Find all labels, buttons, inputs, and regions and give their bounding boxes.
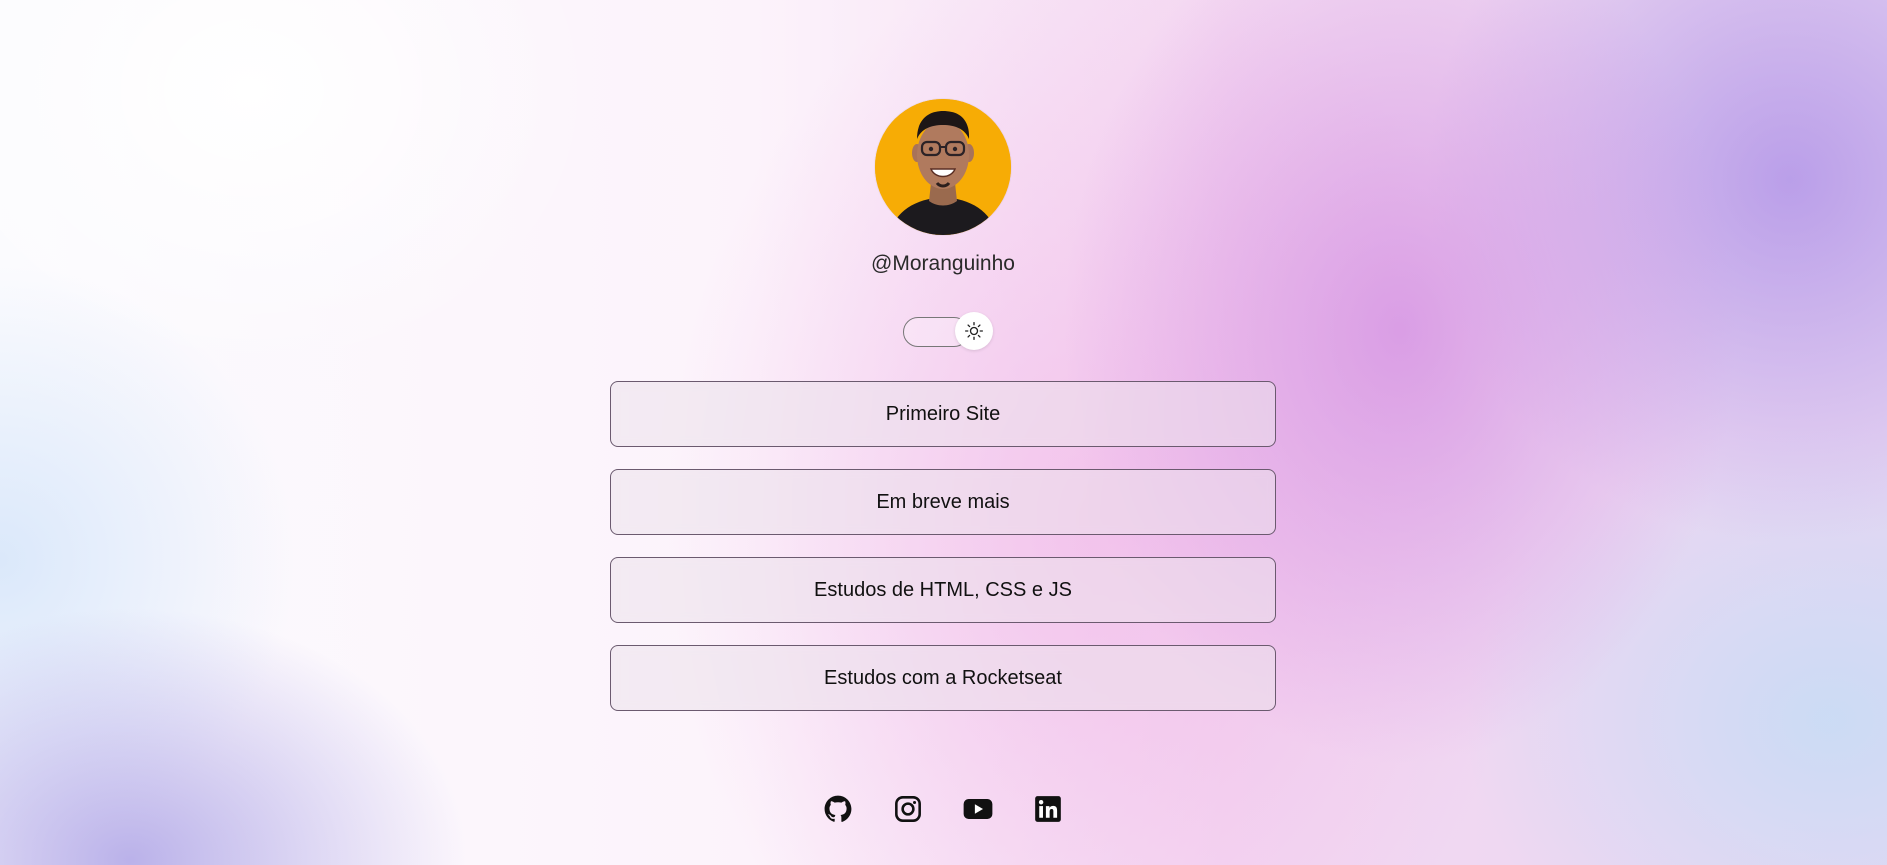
linkedin-icon[interactable]: [1033, 794, 1063, 824]
sun-icon: [965, 322, 983, 340]
avatar: [875, 99, 1011, 235]
github-icon[interactable]: [823, 794, 853, 824]
link-button-estudos-rocketseat[interactable]: Estudos com a Rocketseat: [610, 645, 1276, 711]
profile-container: @Moranguinho Primeiro Site Em breve mais…: [610, 0, 1276, 865]
links-list: Primeiro Site Em breve mais Estudos de H…: [610, 381, 1276, 733]
theme-toggle-switch[interactable]: [903, 312, 993, 350]
social-links: [610, 794, 1276, 824]
instagram-icon[interactable]: [893, 794, 923, 824]
avatar-photo: [875, 99, 1011, 235]
link-button-primeiro-site[interactable]: Primeiro Site: [610, 381, 1276, 447]
theme-toggle-knob[interactable]: [955, 312, 993, 350]
youtube-icon[interactable]: [963, 794, 993, 824]
username: @Moranguinho: [871, 252, 1015, 275]
link-button-em-breve-mais[interactable]: Em breve mais: [610, 469, 1276, 535]
link-button-estudos-html-css-js[interactable]: Estudos de HTML, CSS e JS: [610, 557, 1276, 623]
